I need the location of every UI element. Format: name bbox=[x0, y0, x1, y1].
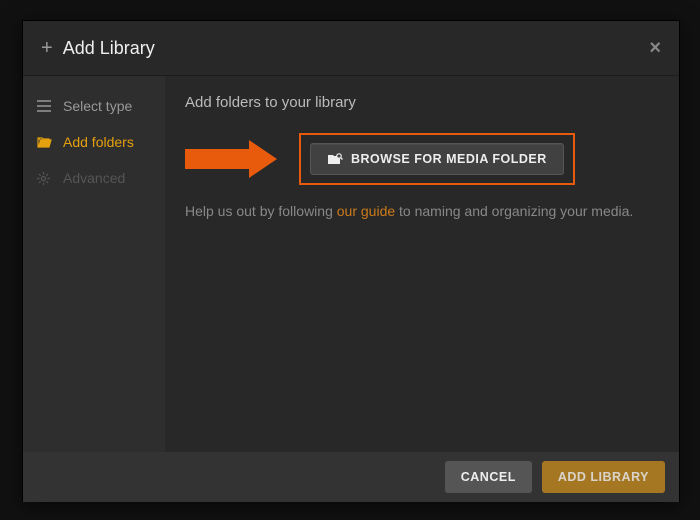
guide-link[interactable]: our guide bbox=[337, 203, 395, 219]
sidebar-item-select-type[interactable]: Select type bbox=[23, 88, 165, 124]
callout-arrow bbox=[185, 140, 285, 178]
hint-text: Help us out by following our guide to na… bbox=[185, 203, 659, 219]
browse-media-folder-button[interactable]: BROWSE FOR MEDIA FOLDER bbox=[310, 143, 564, 175]
hint-pre: Help us out by following bbox=[185, 203, 337, 219]
browse-row: BROWSE FOR MEDIA FOLDER bbox=[185, 133, 659, 185]
modal-footer: CANCEL ADD LIBRARY bbox=[23, 452, 679, 502]
add-library-button[interactable]: ADD LIBRARY bbox=[542, 461, 665, 493]
plus-icon: + bbox=[41, 37, 53, 60]
gear-icon bbox=[37, 172, 55, 185]
sidebar-item-label: Select type bbox=[63, 98, 132, 114]
modal-title: Add Library bbox=[63, 38, 155, 59]
callout-highlight: BROWSE FOR MEDIA FOLDER bbox=[299, 133, 575, 185]
list-icon bbox=[37, 100, 55, 112]
sidebar: Select type Add folders Advanced bbox=[23, 76, 165, 452]
hint-post: to naming and organizing your media. bbox=[395, 203, 633, 219]
content-heading: Add folders to your library bbox=[185, 94, 659, 111]
folder-open-icon bbox=[37, 136, 55, 148]
close-icon[interactable]: × bbox=[649, 37, 661, 60]
content-panel: Add folders to your library BROWSE FOR M… bbox=[165, 76, 679, 452]
browse-button-label: BROWSE FOR MEDIA FOLDER bbox=[351, 152, 547, 166]
sidebar-item-advanced[interactable]: Advanced bbox=[23, 160, 165, 196]
modal-body: Select type Add folders Advanced Add fol… bbox=[23, 76, 679, 452]
sidebar-item-add-folders[interactable]: Add folders bbox=[23, 124, 165, 160]
sidebar-item-label: Add folders bbox=[63, 134, 134, 150]
folder-search-icon bbox=[327, 152, 343, 166]
add-library-modal: + Add Library × Select type Add folders bbox=[22, 20, 680, 502]
modal-header: + Add Library × bbox=[23, 21, 679, 76]
cancel-button[interactable]: CANCEL bbox=[445, 461, 532, 493]
sidebar-item-label: Advanced bbox=[63, 170, 125, 186]
